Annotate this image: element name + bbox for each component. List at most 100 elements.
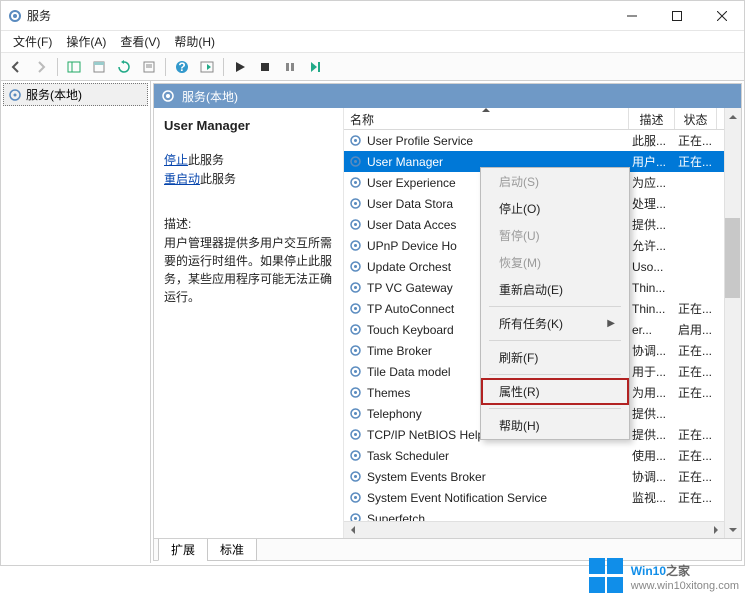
gear-icon [348,259,363,274]
restart-service-button[interactable] [304,56,326,78]
cell-description: 提供... [629,405,675,422]
service-row[interactable]: Task Scheduler使用...正在... [344,445,741,466]
menu-view[interactable]: 查看(V) [114,31,166,52]
service-name-text: TP AutoConnect [367,302,454,316]
window-controls [609,1,744,30]
cell-status: 正在... [675,342,717,359]
service-row[interactable]: User Profile Service此服...正在... [344,130,741,151]
menu-help[interactable]: 帮助(H) [168,31,221,52]
gear-icon [348,154,363,169]
stop-link[interactable]: 停止 [164,153,188,167]
service-name-text: User Experience [367,176,456,190]
service-name-text: UPnP Device Ho [367,239,457,253]
watermark-brand-suffix: 之家 [666,564,690,578]
export-list-button[interactable] [196,56,218,78]
menu-file[interactable]: 文件(F) [7,31,58,52]
gear-icon [348,490,363,505]
gear-icon [348,448,363,463]
context-menu-separator [489,340,621,341]
menu-action[interactable]: 操作(A) [60,31,112,52]
column-header-description[interactable]: 描述 [629,108,675,129]
properties-button[interactable] [138,56,160,78]
gear-icon [348,343,363,358]
refresh-button[interactable] [113,56,135,78]
watermark: Win10之家 www.win10xitong.com [589,558,739,594]
forward-button[interactable] [30,56,52,78]
cell-name: User Profile Service [344,133,629,148]
service-name-text: User Data Stora [367,197,453,211]
cell-description: Thin... [629,281,675,295]
context-menu-separator [489,374,621,375]
help-button[interactable]: ? [171,56,193,78]
service-name-text: User Profile Service [367,134,473,148]
maximize-button[interactable] [654,1,699,30]
scroll-down-button[interactable] [725,521,741,538]
context-menu-item[interactable]: 帮助(H) [481,412,629,439]
context-menu-item[interactable]: 停止(O) [481,195,629,222]
context-menu-item-label: 暂停(U) [499,227,540,244]
description-label: 描述: [164,215,333,232]
context-menu: 启动(S)停止(O)暂停(U)恢复(M)重新启动(E)所有任务(K)▶刷新(F)… [480,167,630,440]
stop-service-button[interactable] [254,56,276,78]
context-menu-item[interactable]: 所有任务(K)▶ [481,310,629,337]
context-menu-item-label: 所有任务(K) [499,315,563,332]
app-icon [7,8,23,24]
service-row[interactable]: System Events Broker协调...正在... [344,466,741,487]
pause-service-button[interactable] [279,56,301,78]
tab-extended[interactable]: 扩展 [158,539,208,561]
title-bar: 服务 [1,1,744,31]
cell-description: Uso... [629,260,675,274]
context-menu-separator [489,306,621,307]
column-header-name[interactable]: 名称 [344,108,629,129]
horizontal-scrollbar[interactable] [344,521,724,538]
show-hide-tree-button[interactable] [63,56,85,78]
selected-service-name: User Manager [164,118,333,133]
h-scrollbar-track[interactable] [361,522,707,538]
description-text: 用户管理器提供多用户交互所需要的运行时组件。如果停止此服务，某些应用程序可能无法… [164,234,333,306]
gear-icon [348,427,363,442]
service-name-text: Time Broker [367,344,432,358]
context-menu-item[interactable]: 刷新(F) [481,344,629,371]
export-button[interactable] [88,56,110,78]
right-pane: 服务(本地) User Manager 停止此服务 重启动此服务 描述: 用户管… [153,83,742,561]
windows-logo-icon [589,558,625,594]
context-menu-item: 暂停(U) [481,222,629,249]
scroll-left-button[interactable] [344,522,361,538]
gear-icon [348,301,363,316]
minimize-button[interactable] [609,1,654,30]
service-name-text: TP VC Gateway [367,281,453,295]
cell-description: er... [629,323,675,337]
watermark-brand-prefix: Win10 [631,564,666,578]
context-menu-item-label: 启动(S) [499,173,539,190]
tree-node-services-local[interactable]: 服务(本地) [3,83,148,106]
column-header-status[interactable]: 状态 [675,108,717,129]
watermark-text: Win10之家 www.win10xitong.com [631,560,739,592]
scrollbar-thumb[interactable] [725,218,740,298]
scrollbar-track[interactable] [725,125,741,521]
back-button[interactable] [5,56,27,78]
context-menu-item[interactable]: 属性(R) [481,378,629,405]
gear-icon [348,217,363,232]
scroll-right-button[interactable] [707,522,724,538]
vertical-scrollbar[interactable] [724,108,741,538]
start-service-button[interactable] [229,56,251,78]
cell-description: 为用... [629,384,675,401]
cell-name: System Events Broker [344,469,629,484]
gear-icon [348,238,363,253]
context-menu-item: 启动(S) [481,168,629,195]
cell-description: 用户... [629,153,675,170]
content-area: 服务(本地) 服务(本地) User Manager 停止此服务 重启动此服务 … [1,81,744,563]
service-row[interactable]: System Event Notification Service监视...正在… [344,487,741,508]
context-menu-item[interactable]: 重新启动(E) [481,276,629,303]
tab-standard[interactable]: 标准 [207,539,257,561]
restart-link[interactable]: 重启动 [164,172,200,186]
cell-status: 正在... [675,300,717,317]
cell-description: 协调... [629,468,675,485]
window-title: 服务 [27,7,609,24]
close-button[interactable] [699,1,744,30]
restart-suffix: 此服务 [200,172,236,186]
scroll-up-button[interactable] [725,108,741,125]
tabs: 扩展 标准 [154,538,741,560]
gear-icon [160,88,176,104]
gear-icon [348,196,363,211]
